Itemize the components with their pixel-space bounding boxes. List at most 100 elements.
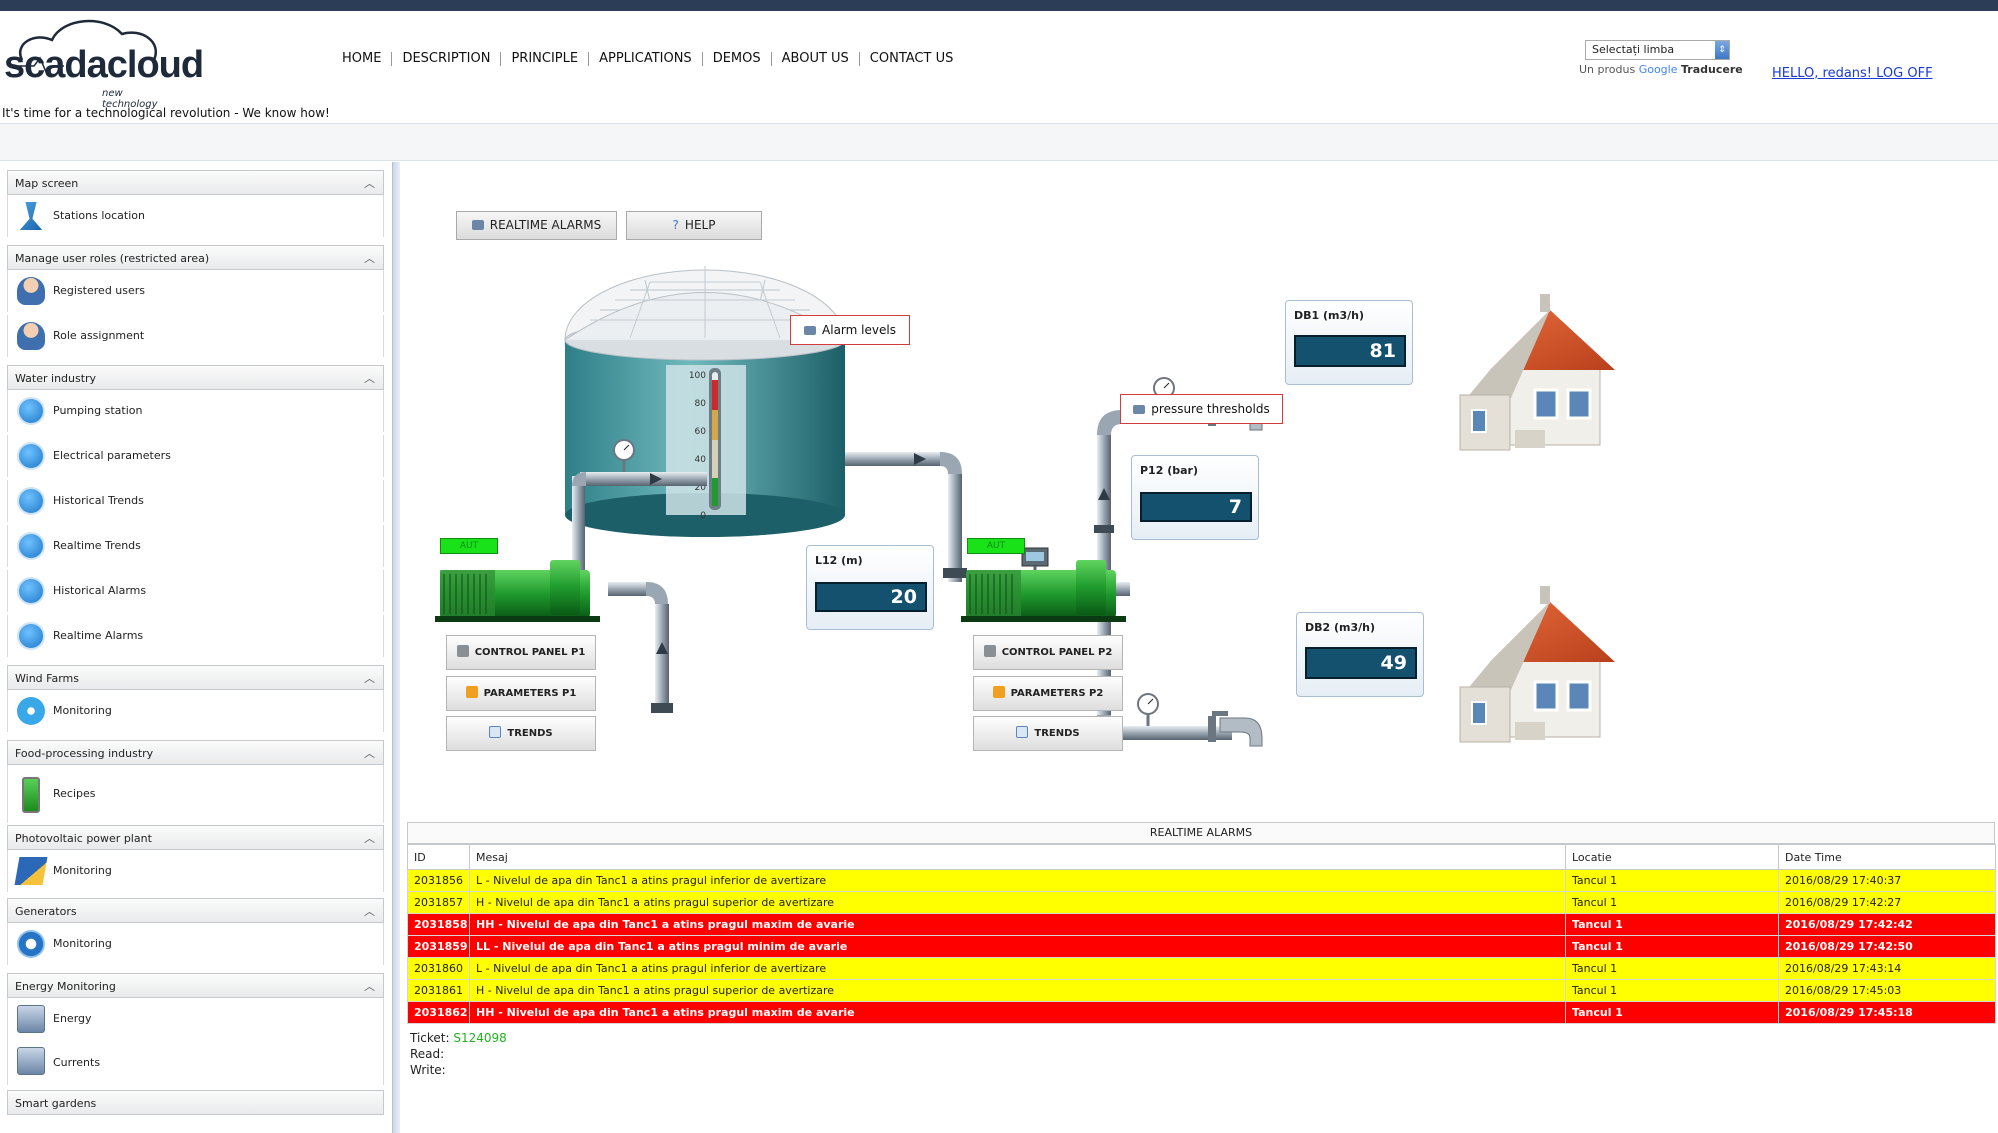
user-logoff-link[interactable]: HELLO, redans! LOG OFF xyxy=(1772,66,1933,81)
section-water-industry[interactable]: Water industry ︿ xyxy=(7,365,384,390)
trends-p1-button[interactable]: TRENDS xyxy=(446,716,596,751)
tank-scale-tick: 80 xyxy=(695,399,707,409)
alarm-row[interactable]: 2031856 L - Nivelul de apa din Tanc1 a at… xyxy=(407,869,1996,892)
sidebar-item-label: Realtime Trends xyxy=(53,539,141,552)
alarm-message-cell: H - Nivelul de apa din Tanc1 a atins pra… xyxy=(469,979,1566,1002)
section-smart-gardens[interactable]: Smart gardens xyxy=(7,1090,384,1115)
chevron-up-icon[interactable]: ︿ xyxy=(364,250,375,266)
column-header-message[interactable]: Mesaj xyxy=(469,844,1566,870)
section-title: Food-processing industry xyxy=(15,747,154,760)
credit-suffix[interactable]: Traducere xyxy=(1681,63,1743,76)
section-map-screen[interactable]: Map screen ︿ xyxy=(7,170,384,195)
control-panel-p1-button[interactable]: CONTROL PANEL P1 xyxy=(446,635,596,670)
help-button[interactable]: ? HELP xyxy=(626,211,762,240)
tank-scale-tick: 40 xyxy=(695,455,707,465)
gauge-value: 49 xyxy=(1305,647,1417,679)
parameters-p1-button[interactable]: PARAMETERS P1 xyxy=(446,676,596,711)
house-bottom-icon xyxy=(1459,586,1615,743)
scadacloud-logo[interactable]: scadacloud new technology xyxy=(4,14,204,110)
column-header-datetime[interactable]: Date Time xyxy=(1778,844,1996,870)
pump-p1-icon xyxy=(435,560,600,622)
google-wordmark: Google xyxy=(1638,63,1678,76)
gauge-l12: L12 (m) 20 xyxy=(806,545,934,630)
tank-scale-tick: 100 xyxy=(689,371,706,381)
alarm-id-cell: 2031861 xyxy=(407,979,470,1002)
column-header-id[interactable]: ID xyxy=(407,844,470,870)
monitor-icon xyxy=(804,326,817,335)
sidebar-item-label: Stations location xyxy=(53,209,145,222)
sidebar-item-energy[interactable]: Energy xyxy=(7,998,384,1040)
main-nav: HOME DESCRIPTION PRINCIPLE APPLICATIONS … xyxy=(332,52,963,66)
sidebar-item-pv-monitoring[interactable]: Monitoring xyxy=(7,850,384,892)
chevron-up-icon[interactable]: ︿ xyxy=(364,830,375,846)
sidebar-item-electrical-parameters[interactable]: Electrical parameters xyxy=(7,435,384,477)
sidebar-item-generators-monitoring[interactable]: Monitoring xyxy=(7,923,384,965)
section-energy-monitoring[interactable]: Energy Monitoring ︿ xyxy=(7,973,384,998)
section-photovoltaic[interactable]: Photovoltaic power plant ︿ xyxy=(7,825,384,850)
nav-home[interactable]: HOME xyxy=(332,52,391,66)
sidebar-item-historical-alarms[interactable]: Historical Alarms xyxy=(7,570,384,612)
chevron-up-icon[interactable]: ︿ xyxy=(364,978,375,994)
pressure-thresholds-button[interactable]: pressure thresholds xyxy=(1120,394,1283,424)
section-generators[interactable]: Generators ︿ xyxy=(7,898,384,923)
sidebar-item-label: Currents xyxy=(53,1056,101,1069)
chevron-up-icon[interactable]: ︿ xyxy=(364,670,375,686)
sidebar-item-stations-location[interactable]: Stations location xyxy=(7,195,384,237)
alarm-row[interactable]: 2031857 H - Nivelul de apa din Tanc1 a at… xyxy=(407,891,1996,914)
sidebar-item-label: Electrical parameters xyxy=(53,449,171,462)
alarm-message-cell: HH - Nivelul de apa din Tanc1 a atins pr… xyxy=(469,913,1566,936)
control-panel-p2-button[interactable]: CONTROL PANEL P2 xyxy=(973,635,1123,670)
nav-contact-us[interactable]: CONTACT US xyxy=(858,52,964,66)
alarm-location-cell: Tancul 1 xyxy=(1565,1001,1779,1024)
read-label: Read: xyxy=(410,1047,445,1061)
sidebar-item-wind-monitoring[interactable]: Monitoring xyxy=(7,690,384,732)
sidebar-item-pumping-station[interactable]: Pumping station xyxy=(7,390,384,432)
alarm-message-cell: HH - Nivelul de apa din Tanc1 a atins pr… xyxy=(469,1001,1566,1024)
sidebar-item-currents[interactable]: Currents xyxy=(7,1040,384,1085)
alarm-location-cell: Tancul 1 xyxy=(1565,935,1779,958)
sidebar-item-role-assignment[interactable]: Role assignment xyxy=(7,315,384,357)
sidebar-item-registered-users[interactable]: Registered users xyxy=(7,270,384,312)
alarm-levels-button[interactable]: Alarm levels xyxy=(790,315,910,345)
section-title: Smart gardens xyxy=(15,1097,97,1110)
chevron-up-icon[interactable]: ︿ xyxy=(364,745,375,761)
trends-p2-button[interactable]: TRENDS xyxy=(973,716,1123,751)
write-label: Write: xyxy=(410,1063,446,1077)
panel-splitter[interactable] xyxy=(392,162,400,1133)
alarm-row[interactable]: 2031858 HH - Nivelul de apa din Tanc1 a a… xyxy=(407,913,1996,936)
nav-principle[interactable]: PRINCIPLE xyxy=(500,52,588,66)
chevron-up-icon[interactable]: ︿ xyxy=(364,903,375,919)
nav-demos[interactable]: DEMOS xyxy=(701,52,771,66)
chart-icon xyxy=(489,726,502,738)
sidebar-item-label: Monitoring xyxy=(53,704,112,717)
section-wind-farms[interactable]: Wind Farms ︿ xyxy=(7,665,384,690)
gauge-db2: DB2 (m3/h) 49 xyxy=(1296,612,1424,697)
section-food-processing[interactable]: Food-processing industry ︿ xyxy=(7,740,384,765)
nav-description[interactable]: DESCRIPTION xyxy=(391,52,500,66)
alarm-row[interactable]: 2031860 L - Nivelul de apa din Tanc1 a at… xyxy=(407,957,1996,980)
column-header-location[interactable]: Locatie xyxy=(1565,844,1779,870)
chevron-up-icon[interactable]: ︿ xyxy=(364,370,375,386)
parameters-icon xyxy=(465,686,478,698)
parameters-p2-button[interactable]: PARAMETERS P2 xyxy=(973,676,1123,711)
sidebar-item-realtime-alarms[interactable]: Realtime Alarms xyxy=(7,615,384,657)
sidebar-item-historical-trends[interactable]: Historical Trends xyxy=(7,480,384,522)
alarm-message-cell: L - Nivelul de apa din Tanc1 a atins pra… xyxy=(469,869,1566,892)
section-manage-user-roles[interactable]: Manage user roles (restricted area) ︿ xyxy=(7,245,384,270)
sidebar-item-recipes[interactable]: Recipes xyxy=(7,765,384,823)
nav-applications[interactable]: APPLICATIONS xyxy=(588,52,702,66)
alarm-row[interactable]: 2031859 LL - Nivelul de apa din Tanc1 a a… xyxy=(407,935,1996,958)
realtime-alarms-button[interactable]: REALTIME ALARMS xyxy=(456,211,617,240)
language-select[interactable]: Selectați limba ⇕ xyxy=(1585,40,1730,60)
gauge-p12: P12 (bar) 7 xyxy=(1131,455,1259,540)
alarm-row[interactable]: 2031861 H - Nivelul de apa din Tanc1 a at… xyxy=(407,979,1996,1002)
nav-about-us[interactable]: ABOUT US xyxy=(770,52,859,66)
pressure-thresholds-label: pressure thresholds xyxy=(1151,402,1270,416)
ticket-label: Ticket: xyxy=(410,1031,450,1045)
alarm-id-cell: 2031857 xyxy=(407,891,470,914)
sidebar-item-label: Historical Trends xyxy=(53,494,144,507)
chevron-up-icon[interactable]: ︿ xyxy=(364,175,375,191)
sidebar: Map screen ︿ Stations location Manage use… xyxy=(7,170,384,1128)
sidebar-item-realtime-trends[interactable]: Realtime Trends xyxy=(7,525,384,567)
alarm-row[interactable]: 2031862 HH - Nivelul de apa din Tanc1 a a… xyxy=(407,1001,1996,1024)
